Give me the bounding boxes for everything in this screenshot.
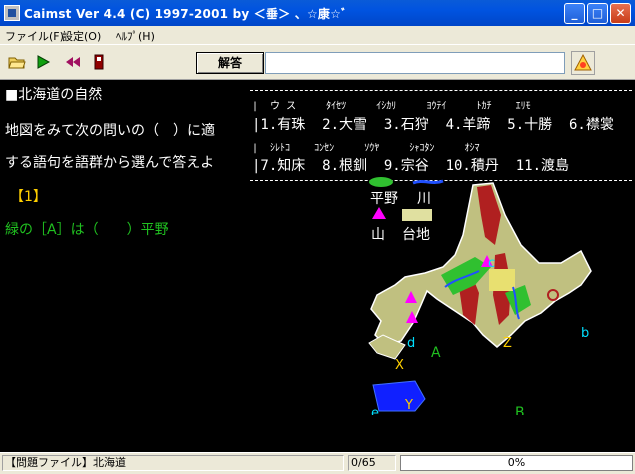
legend-plateau-label: 台地 [402,227,430,243]
play-icon[interactable] [34,54,52,70]
main-area: ■北海道の自然 地図をみて次の問いの（ ）に適 する語句を語群から選んで答えよ … [0,80,635,452]
progress-bar: 0% [400,455,633,471]
status-bar: 【問題ファイル】北海道 0/65 0% [0,452,635,474]
legend-plain-swatch [369,177,393,187]
wordbank-row2: |7.知床 8.根釧 9.宗谷 10.積丹 11.渡島 [252,158,570,174]
legend-river-swatch [412,179,444,185]
status-file: 【問題ファイル】北海道 [2,455,344,471]
question-text: 緑の［A］は（ ）平野 [5,222,169,238]
plateau-area [489,269,515,291]
map-label-e: e [371,406,379,415]
problem-title: ■北海道の自然 [5,87,103,103]
minimize-button[interactable]: _ [564,3,585,24]
stop-icon[interactable] [90,54,108,70]
title-bar: Caimst Ver 4.4 (C) 1997-2001 by ＜垂＞ 、☆康☆… [0,0,635,26]
help-button[interactable] [571,51,595,75]
hokkaido-map: 平野 川 山 台地 c b a d e A B X Y Z 海峡 青森 [368,177,592,415]
menu-file[interactable]: ファイル(F) [5,28,64,44]
instruction-line-2: する語句を語群から選んで答えよ [5,155,215,171]
legend-river-label: 川 [417,191,431,207]
open-folder-icon[interactable] [8,54,26,70]
wordbank-row2-reading: | ｼﾚﾄｺ ｺﾝｾﾝ ｿｳﾔ ｼｬｺﾀﾝ ｵｼﾏ [252,143,480,154]
word-bank: | ウ ス ﾀｲｾﾂ ｲｼｶﾘ ﾖｳﾃｲ ﾄｶﾁ ｴﾘﾓ |1.有珠 2.大雪 … [250,84,635,184]
menu-bar: ファイル(F) 設定(O) ﾍﾙﾌﾟ(H) [0,26,635,45]
map-label-A: A [431,345,441,361]
map-label-X: X [395,358,404,373]
question-number: 【1】 [10,189,47,205]
map-label-Z: Z [503,336,512,351]
wordbank-row1-reading: | ウ ス ﾀｲｾﾂ ｲｼｶﾘ ﾖｳﾃｲ ﾄｶﾁ ｴﾘﾓ [252,101,531,112]
rewind-icon[interactable] [64,54,82,70]
window-title: Caimst Ver 4.4 (C) 1997-2001 by ＜垂＞ 、☆康☆… [24,7,348,21]
maximize-button[interactable]: □ [587,3,608,24]
wordbank-row1: |1.有珠 2.大雪 3.石狩 4.羊蹄 5.十勝 6.襟裳 [252,117,614,133]
help-icon [574,53,592,71]
aomori-landmass [372,380,426,412]
menu-help[interactable]: ﾍﾙﾌﾟ(H) [116,28,155,44]
progress-text: 0% [507,456,526,469]
app-icon[interactable] [4,5,20,21]
instruction-line-1: 地図をみて次の問いの（ ）に適 [5,123,215,139]
wordbank-top-border [250,90,632,91]
close-button[interactable]: ✕ [610,3,631,24]
legend-mountain-swatch [372,207,386,219]
legend-plain-label: 平野 [370,191,398,207]
toolbar: 解答 [0,45,635,80]
answer-button[interactable]: 解答 [196,52,264,74]
map-label-Y: Y [404,398,413,413]
map-label-b: b [581,326,589,341]
map-label-d: d [407,336,415,351]
legend-plateau-swatch [402,209,432,221]
status-count: 0/65 [348,455,396,471]
legend-mountain-label: 山 [371,227,385,243]
map-label-c: c [488,256,495,271]
map-label-B: B [515,405,525,415]
answer-input[interactable] [265,52,565,74]
menu-settings[interactable]: 設定(O) [62,28,101,44]
